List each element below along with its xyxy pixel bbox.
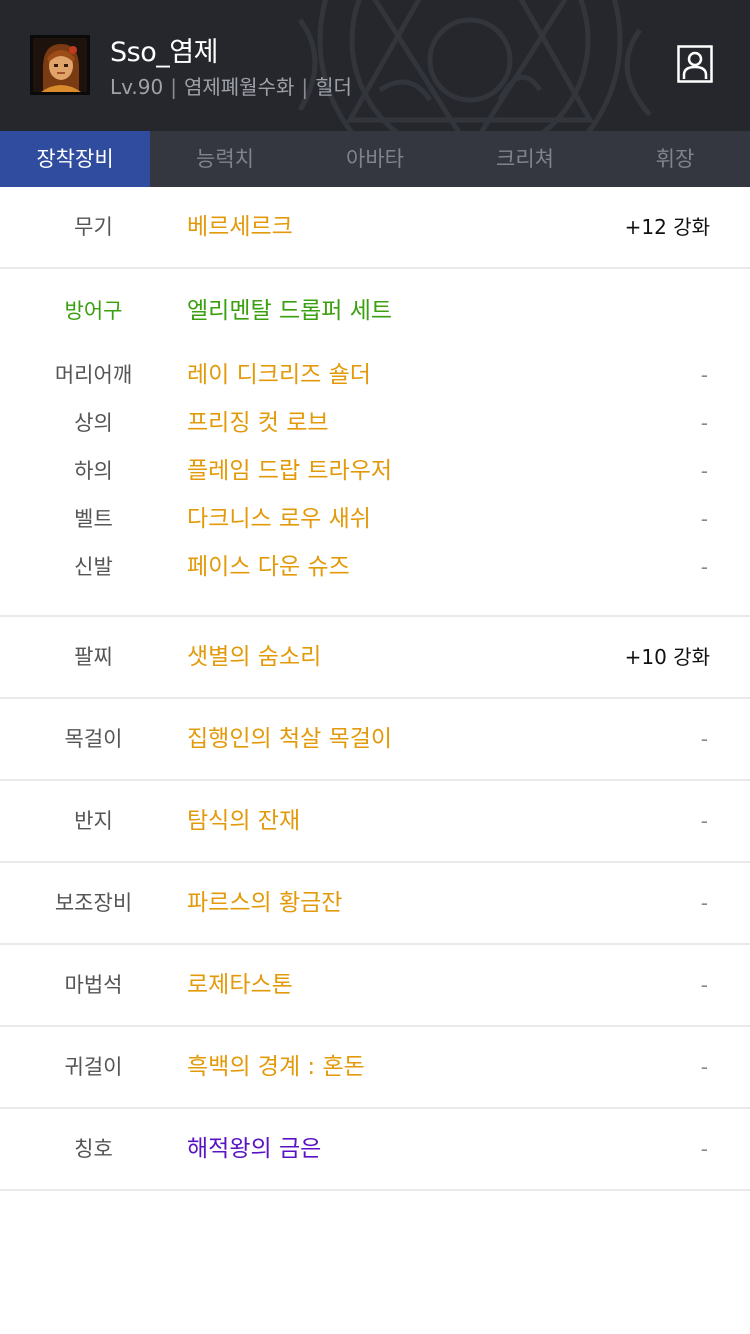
enhance-level: - <box>700 727 708 751</box>
armor-slot-label: 방어구 <box>64 299 123 323</box>
profile-button[interactable] <box>677 45 713 83</box>
item-name[interactable]: 플레임 드랍 트라우저 <box>187 447 392 495</box>
user-profile-icon <box>677 45 713 83</box>
enhance-level: - <box>700 1055 708 1079</box>
armor-part-row: 신발 페이스 다운 슈즈 - <box>0 543 750 591</box>
enhance-level: - <box>700 973 708 997</box>
avatar <box>30 35 90 95</box>
slot-label: 머리어깨 <box>54 363 133 387</box>
item-name[interactable]: 샛별의 숨소리 <box>187 617 321 697</box>
equipment-row-bracelet: 팔찌 샛별의 숨소리 +10 강화 <box>0 617 750 699</box>
tab-creature[interactable]: 크리쳐 <box>450 131 600 187</box>
character-portrait-icon <box>33 38 87 92</box>
item-name[interactable]: 흑백의 경계 : 혼돈 <box>187 1027 365 1107</box>
equipment-list: 무기 베르세르크 +12 강화 방어구 엘리멘탈 드롭퍼 세트 머리어깨 레이 … <box>0 187 750 1191</box>
equipment-row-necklace: 목걸이 집행인의 척살 목걸이 - <box>0 699 750 781</box>
item-name[interactable]: 해적왕의 금은 <box>187 1109 321 1189</box>
meta-separator: | <box>170 75 177 99</box>
adventure-group-name: 염제폐월수화 <box>183 75 295 99</box>
enhance-level: - <box>700 363 708 387</box>
slot-label: 팔찌 <box>74 645 113 669</box>
armor-set-name[interactable]: 엘리멘탈 드롭퍼 세트 <box>187 283 392 339</box>
slot-label: 하의 <box>74 459 113 483</box>
slot-label: 보조장비 <box>54 891 133 915</box>
equipment-row-armor: 방어구 엘리멘탈 드롭퍼 세트 머리어깨 레이 디크리즈 숄더 - 상의 프리징… <box>0 283 750 617</box>
item-name[interactable]: 프리징 컷 로브 <box>187 399 329 447</box>
enhance-level: - <box>700 1137 708 1161</box>
enhance-level: - <box>700 891 708 915</box>
enhance-level: - <box>700 411 708 435</box>
slot-label: 칭호 <box>74 1137 113 1161</box>
item-name[interactable]: 다크니스 로우 새쉬 <box>187 495 371 543</box>
character-header: Sso_염제 Lv.90 | 염제폐월수화 | 힐더 <box>0 0 750 131</box>
equipment-row-ring: 반지 탐식의 잔재 - <box>0 781 750 863</box>
slot-label: 귀걸이 <box>64 1055 123 1079</box>
slot-label: 무기 <box>74 215 113 239</box>
item-name[interactable]: 파르스의 황금잔 <box>187 863 342 943</box>
item-name[interactable]: 집행인의 척살 목걸이 <box>187 699 392 779</box>
slot-label: 반지 <box>74 809 113 833</box>
tab-avatar[interactable]: 아바타 <box>300 131 450 187</box>
character-job: 힐더 <box>315 75 352 99</box>
enhance-level: - <box>700 555 708 579</box>
tab-emblem[interactable]: 휘장 <box>600 131 750 187</box>
enhance-level: +12 강화 <box>624 215 710 239</box>
slot-label: 상의 <box>74 411 113 435</box>
armor-part-row: 벨트 다크니스 로우 새쉬 - <box>0 495 750 543</box>
slot-label: 신발 <box>74 555 113 579</box>
slot-label: 목걸이 <box>64 727 123 751</box>
item-name[interactable]: 페이스 다운 슈즈 <box>187 543 350 591</box>
character-name: Sso_염제 <box>110 37 218 68</box>
item-name[interactable]: 탐식의 잔재 <box>187 781 300 861</box>
item-name[interactable]: 레이 디크리즈 숄더 <box>187 351 371 399</box>
tab-bar: 장착장비 능력치 아바타 크리쳐 휘장 <box>0 131 750 187</box>
armor-part-row: 하의 플레임 드랍 트라우저 - <box>0 447 750 495</box>
enhance-level: - <box>700 809 708 833</box>
item-name[interactable]: 로제타스톤 <box>187 945 293 1025</box>
tab-equipment[interactable]: 장착장비 <box>0 131 150 187</box>
equipment-row-earring: 귀걸이 흑백의 경계 : 혼돈 - <box>0 1027 750 1109</box>
armor-part-row: 상의 프리징 컷 로브 - <box>0 399 750 447</box>
meta-separator: | <box>301 75 309 99</box>
armor-part-row: 머리어깨 레이 디크리즈 숄더 - <box>0 351 750 399</box>
slot-label: 마법석 <box>64 973 123 997</box>
equipment-row-weapon: 무기 베르세르크 +12 강화 <box>0 187 750 269</box>
equipment-row-sub-equipment: 보조장비 파르스의 황금잔 - <box>0 863 750 945</box>
character-level: Lv.90 <box>110 75 164 99</box>
enhance-level: - <box>700 459 708 483</box>
equipment-row-title: 칭호 해적왕의 금은 - <box>0 1109 750 1191</box>
tab-stats[interactable]: 능력치 <box>150 131 300 187</box>
item-name[interactable]: 베르세르크 <box>187 187 293 267</box>
slot-label: 벨트 <box>74 507 113 531</box>
enhance-level: - <box>700 507 708 531</box>
equipment-row-magic-stone: 마법석 로제타스톤 - <box>0 945 750 1027</box>
character-meta: Lv.90 | 염제폐월수화 | 힐더 <box>110 71 352 100</box>
enhance-level: +10 강화 <box>624 645 710 669</box>
